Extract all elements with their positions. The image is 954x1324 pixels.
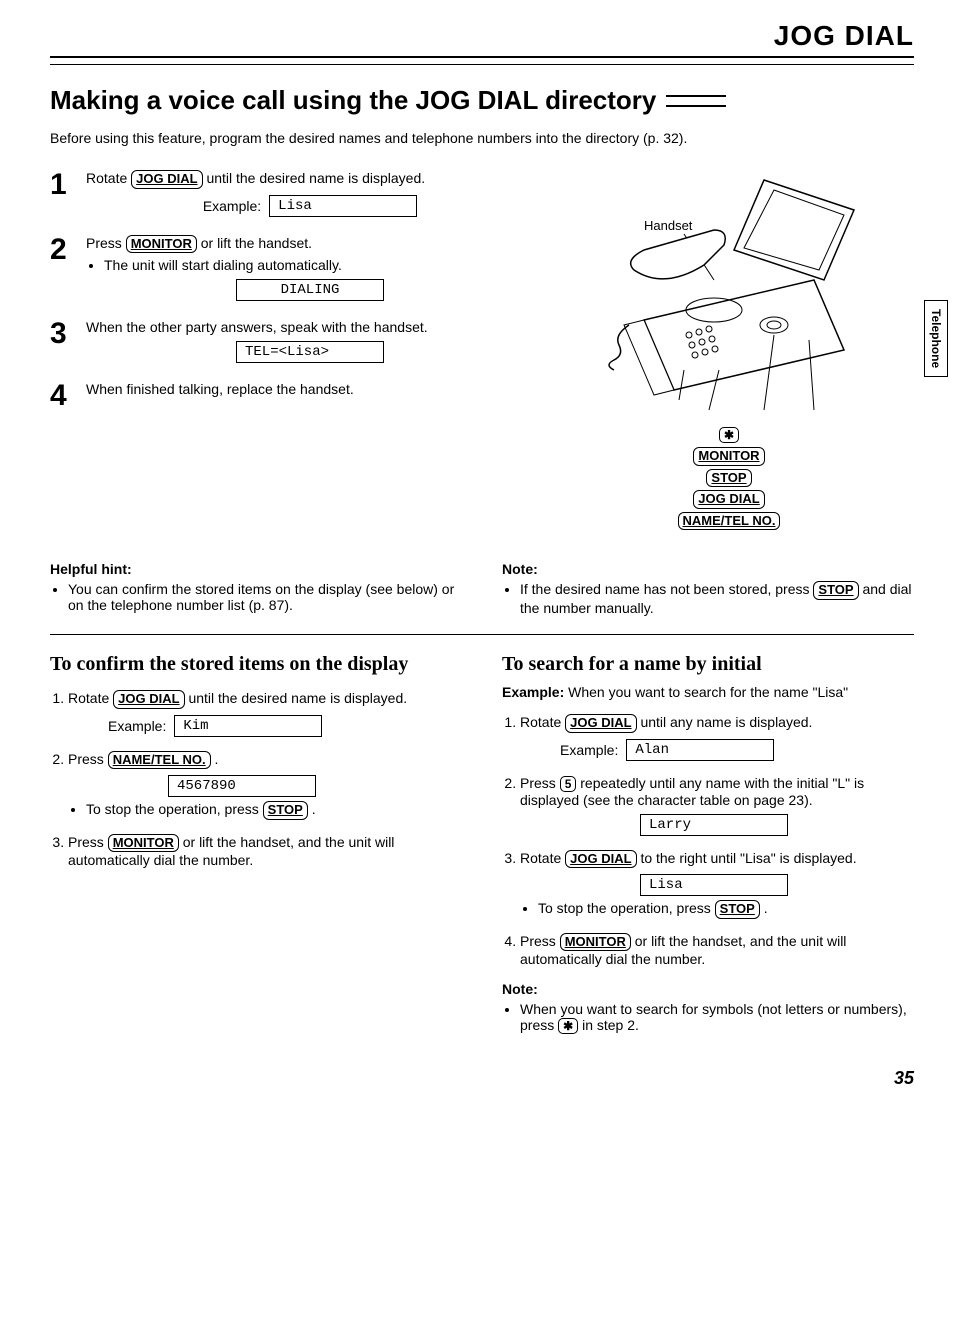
example-label: Example: <box>108 718 166 734</box>
confirm-step-text: Press <box>68 834 108 850</box>
example-label: Example: <box>502 684 564 700</box>
example-label: Example: <box>203 198 261 214</box>
monitor-key: MONITOR <box>560 933 631 952</box>
step-text: until the desired name is displayed. <box>206 170 425 186</box>
search-bullet: To stop the operation, press <box>538 900 715 916</box>
stop-key: STOP <box>715 900 760 919</box>
star-key: ✱ <box>558 1018 578 1034</box>
lcd-display: TEL=<Lisa> <box>236 341 384 363</box>
step-number: 4 <box>50 381 86 411</box>
helpful-hint-heading: Helpful hint: <box>50 561 462 577</box>
jog-dial-key-label: JOG DIAL <box>693 490 764 509</box>
title-text: Making a voice call using the JOG DIAL d… <box>50 85 656 116</box>
note-heading: Note: <box>502 561 914 577</box>
side-tab: Telephone <box>924 300 948 377</box>
confirm-step-text: until the desired name is displayed. <box>188 690 407 706</box>
fax-machine-diagram: Handset <box>564 170 894 420</box>
title-decoration <box>666 95 726 107</box>
step-text: When finished talking, replace the hands… <box>86 381 354 397</box>
intro-text: Before using this feature, program the d… <box>50 130 914 146</box>
step-number: 2 <box>50 235 86 302</box>
search-step-text: Rotate <box>520 850 565 866</box>
step-text: When the other party answers, speak with… <box>86 319 428 335</box>
search-step-text: Press <box>520 933 560 949</box>
step-bullet: The unit will start dialing automaticall… <box>104 257 534 273</box>
hint-text: You can confirm the stored items on the … <box>68 581 462 613</box>
search-step-text: to the right until "Lisa" is displayed. <box>640 850 856 866</box>
star-key-label: ✱ <box>719 427 739 443</box>
stop-key-label: STOP <box>706 469 751 488</box>
search-note-text: When you want to search for symbols (not… <box>520 1001 907 1033</box>
monitor-key-label: MONITOR <box>693 447 764 466</box>
confirm-step-text: Rotate <box>68 690 113 706</box>
search-step-text: Rotate <box>520 714 565 730</box>
step-text: Press <box>86 235 126 251</box>
lcd-display: Alan <box>626 739 774 761</box>
page-number: 35 <box>50 1068 914 1089</box>
search-step-text: until any name is displayed. <box>640 714 812 730</box>
step-text: or lift the handset. <box>201 235 312 251</box>
stop-key: STOP <box>813 581 858 600</box>
diagram-column: Telephone Handset <box>544 170 914 533</box>
digit-5-key: 5 <box>560 776 577 792</box>
page-title: Making a voice call using the JOG DIAL d… <box>50 85 914 116</box>
example-text: When you want to search for the name "Li… <box>568 684 848 700</box>
lcd-display: DIALING <box>236 279 384 301</box>
note-text: If the desired name has not been stored,… <box>520 581 914 616</box>
lcd-display: 4567890 <box>168 775 316 797</box>
confirm-bullet: . <box>312 801 316 817</box>
lcd-display: Kim <box>174 715 322 737</box>
search-section: To search for a name by initial Example:… <box>502 647 914 1038</box>
confirm-bullet: To stop the operation, press <box>86 801 263 817</box>
jog-dial-key: JOG DIAL <box>131 170 202 189</box>
jog-dial-key: JOG DIAL <box>565 714 636 733</box>
name-tel-key: NAME/TEL NO. <box>108 751 211 770</box>
lcd-display: Larry <box>640 814 788 836</box>
jog-dial-key: JOG DIAL <box>565 850 636 869</box>
confirm-title: To confirm the stored items on the displ… <box>50 653 462 676</box>
monitor-key: MONITOR <box>108 834 179 853</box>
monitor-key: MONITOR <box>126 235 197 254</box>
example-label: Example: <box>560 742 618 758</box>
step-number: 1 <box>50 170 86 217</box>
jog-dial-key: JOG DIAL <box>113 690 184 709</box>
search-step-text: Press <box>520 775 560 791</box>
search-note-text: in step 2. <box>582 1017 639 1033</box>
step-text: Rotate <box>86 170 131 186</box>
note-text-a: If the desired name has not been stored,… <box>520 581 813 597</box>
confirm-step-text: Press <box>68 751 108 767</box>
confirm-section: To confirm the stored items on the displ… <box>50 647 462 1038</box>
name-tel-key-label: NAME/TEL NO. <box>678 512 781 531</box>
handset-label: Handset <box>644 218 693 233</box>
step-number: 3 <box>50 319 86 363</box>
steps-list: 1 Rotate JOG DIAL until the desired name… <box>50 170 534 533</box>
search-note-heading: Note: <box>502 981 914 997</box>
stop-key: STOP <box>263 801 308 820</box>
search-bullet: . <box>764 900 768 916</box>
search-title: To search for a name by initial <box>502 653 914 676</box>
confirm-step-text: . <box>215 751 219 767</box>
lcd-display: Lisa <box>269 195 417 217</box>
section-header: JOG DIAL <box>50 20 914 58</box>
lcd-display: Lisa <box>640 874 788 896</box>
